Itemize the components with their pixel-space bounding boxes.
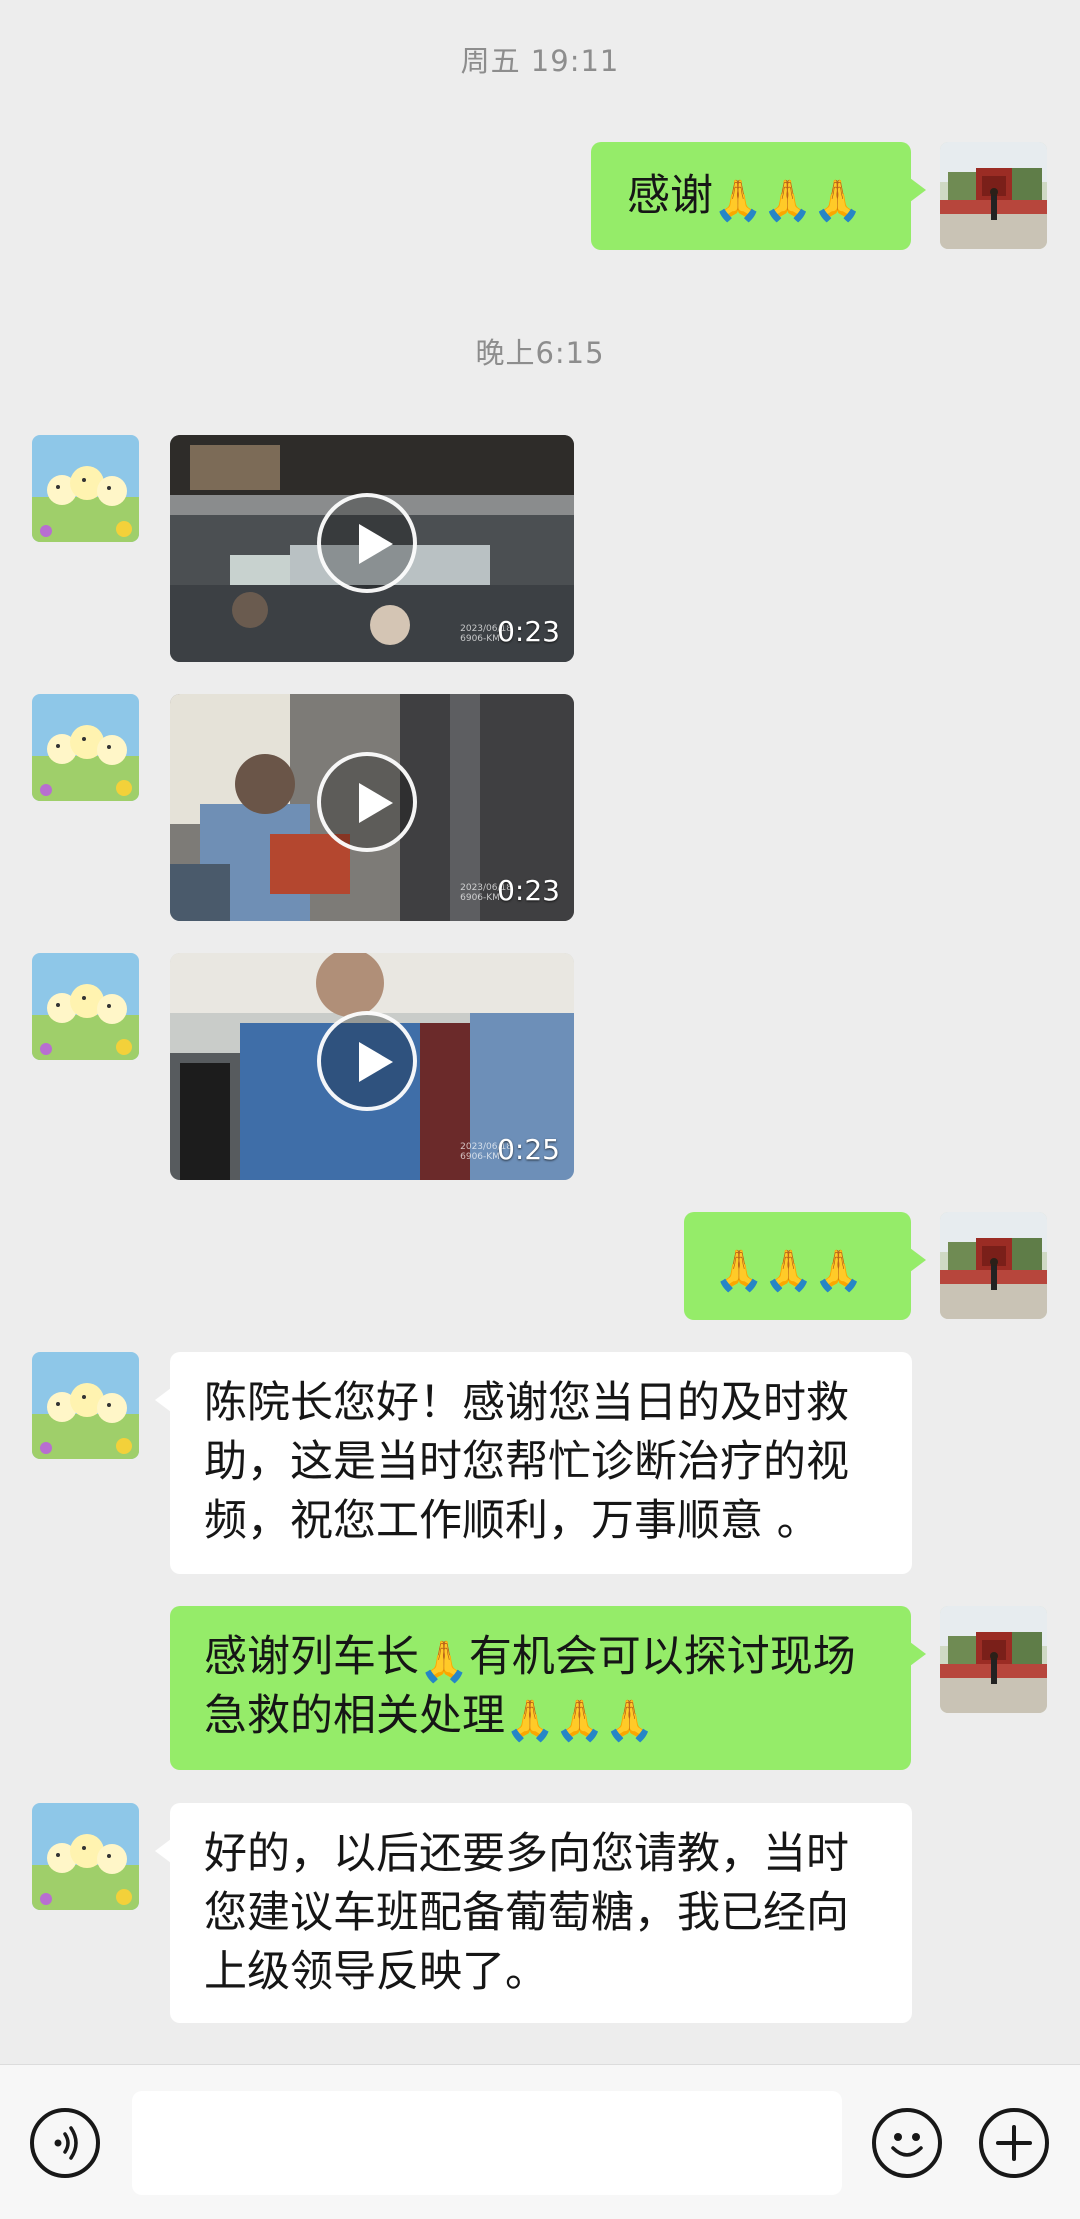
other-avatar[interactable] <box>32 694 139 801</box>
message-line: 您建议车班配备葡萄糖，我已经向 <box>204 1888 849 1938</box>
emoji-icon[interactable] <box>872 2108 942 2178</box>
video-duration: 0:25 <box>497 1133 560 1166</box>
message-text: 感谢列车长 <box>204 1632 419 1682</box>
message-line: 感谢列车长🙏有机会可以探讨现场 <box>204 1628 911 1687</box>
other-avatar[interactable] <box>32 953 139 1060</box>
other-avatar[interactable] <box>32 435 139 542</box>
plus-icon[interactable] <box>979 2108 1049 2178</box>
pray-emoji: 🙏 <box>419 1639 469 1685</box>
play-icon[interactable] <box>317 752 417 852</box>
message-text: 有机会可以探讨现场 <box>468 1632 856 1682</box>
play-icon[interactable] <box>317 493 417 593</box>
pray-emoji: 🙏🙏🙏 <box>713 178 863 224</box>
chat-input-bar <box>0 2064 1080 2219</box>
other-avatar[interactable] <box>32 1803 139 1910</box>
my-message-pray[interactable]: 🙏🙏🙏 <box>684 1212 926 1320</box>
message-line: 陈院长您好！感谢您当日的及时救 <box>204 1378 849 1428</box>
video-message-2[interactable]: 2023/06/18 6906-KM 0:23 <box>170 694 574 921</box>
timestamp-evening: 晚上6:15 <box>475 336 605 370</box>
my-avatar[interactable] <box>940 1212 1047 1319</box>
message-line: 频，祝您工作顺利，万事顺意 。 <box>204 1496 820 1546</box>
message-text: 急救的相关处理 <box>204 1691 505 1741</box>
video-message-3[interactable]: 2023/06/18 6906-KM 0:25 <box>170 953 574 1180</box>
my-message-discussion[interactable]: 感谢列车长🙏有机会可以探讨现场 急救的相关处理🙏🙏🙏 <box>170 1606 926 1770</box>
my-message-thanks[interactable]: 感谢🙏🙏🙏 <box>591 142 926 250</box>
play-icon[interactable] <box>317 1011 417 1111</box>
other-avatar[interactable] <box>32 1352 139 1459</box>
video-duration: 0:23 <box>497 615 560 648</box>
message-input[interactable] <box>132 2091 842 2195</box>
video-duration: 0:23 <box>497 874 560 907</box>
my-avatar[interactable] <box>940 1606 1047 1713</box>
video-message-1[interactable]: 2023/06/18 6906-KM 0:23 <box>170 435 574 662</box>
pray-emoji: 🙏🙏🙏 <box>505 1698 655 1744</box>
timestamp-friday: 周五 19:11 <box>460 44 620 78</box>
message-line: 急救的相关处理🙏🙏🙏 <box>204 1687 911 1746</box>
voice-icon[interactable] <box>30 2108 100 2178</box>
message-line: 好的，以后还要多向您请教，当时 <box>204 1829 849 1879</box>
their-message-thanks-video[interactable]: 陈院长您好！感谢您当日的及时救 助，这是当时您帮忙诊断治疗的视 频，祝您工作顺利… <box>155 1352 912 1574</box>
pray-emoji: 🙏🙏🙏 <box>714 1248 864 1294</box>
my-avatar[interactable] <box>940 142 1047 249</box>
their-message-glucose[interactable]: 好的，以后还要多向您请教，当时 您建议车班配备葡萄糖，我已经向 上级领导反映了。 <box>155 1803 912 2023</box>
message-line: 上级领导反映了。 <box>204 1947 548 1997</box>
message-line: 助，这是当时您帮忙诊断治疗的视 <box>204 1437 849 1487</box>
message-text: 感谢 <box>627 171 713 221</box>
